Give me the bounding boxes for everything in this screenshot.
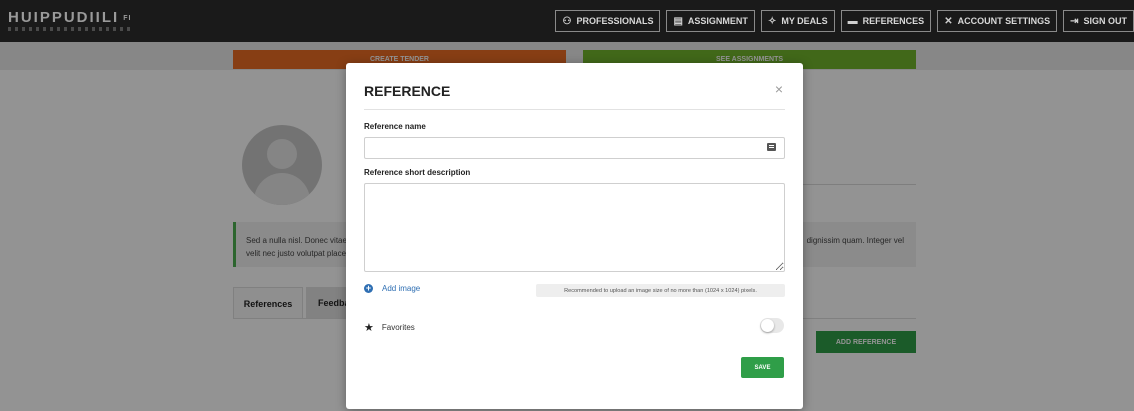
folder-icon: ▬ xyxy=(847,15,858,27)
add-image-label: Add image xyxy=(382,284,421,293)
handshake-icon: ✧ xyxy=(767,15,777,27)
reference-description-label: Reference short description xyxy=(364,168,471,177)
reference-name-input[interactable] xyxy=(364,137,785,159)
nav-my-deals-button[interactable]: ✧ MY DEALS xyxy=(760,10,835,32)
favorites-toggle[interactable] xyxy=(760,318,784,333)
logo-tagline xyxy=(8,27,132,31)
nav-account-settings-button[interactable]: ✕ ACCOUNT SETTINGS xyxy=(937,10,1058,32)
toggle-knob[interactable] xyxy=(761,319,774,332)
add-image-link[interactable]: + Add image xyxy=(364,284,420,293)
top-navbar: HUIPPUDIILI FI ⚇ PROFESSIONALS ▤ ASSIGNMENT… xyxy=(0,0,1134,42)
modal-title: REFERENCE xyxy=(364,83,451,99)
favorites-label: Favorites xyxy=(381,323,415,332)
nav-sign-out-button[interactable]: ⇥ SIGN OUT xyxy=(1063,10,1134,32)
keyboard-icon xyxy=(767,143,776,151)
reference-name-label: Reference name xyxy=(364,122,426,131)
users-icon: ⚇ xyxy=(562,15,572,27)
star-icon: ★ xyxy=(364,322,374,334)
reference-description-textarea[interactable] xyxy=(364,183,785,272)
nav-professionals-button[interactable]: ⚇ PROFESSIONALS xyxy=(555,10,661,32)
site-logo[interactable]: HUIPPUDIILI FI xyxy=(8,9,131,26)
upload-hint: Recommended to upload an image size of n… xyxy=(536,284,785,297)
nav-references-button[interactable]: ▬ REFERENCES xyxy=(840,10,932,32)
close-icon[interactable]: × xyxy=(775,81,783,97)
main-nav: ⚇ PROFESSIONALS ▤ ASSIGNMENT ✧ MY DEALS ▬ RE… xyxy=(549,10,1134,32)
save-button[interactable]: SAVE xyxy=(741,357,784,378)
nav-assignment-button[interactable]: ▤ ASSIGNMENT xyxy=(666,10,755,32)
modal-divider xyxy=(364,109,785,110)
sign-out-icon: ⇥ xyxy=(1070,15,1079,27)
reference-modal: REFERENCE × Reference name Reference sho… xyxy=(346,63,803,409)
tools-icon: ✕ xyxy=(944,15,953,27)
favorites-row: ★ Favorites xyxy=(364,321,415,334)
plus-circle-icon: + xyxy=(364,283,373,293)
document-icon: ▤ xyxy=(673,15,683,27)
